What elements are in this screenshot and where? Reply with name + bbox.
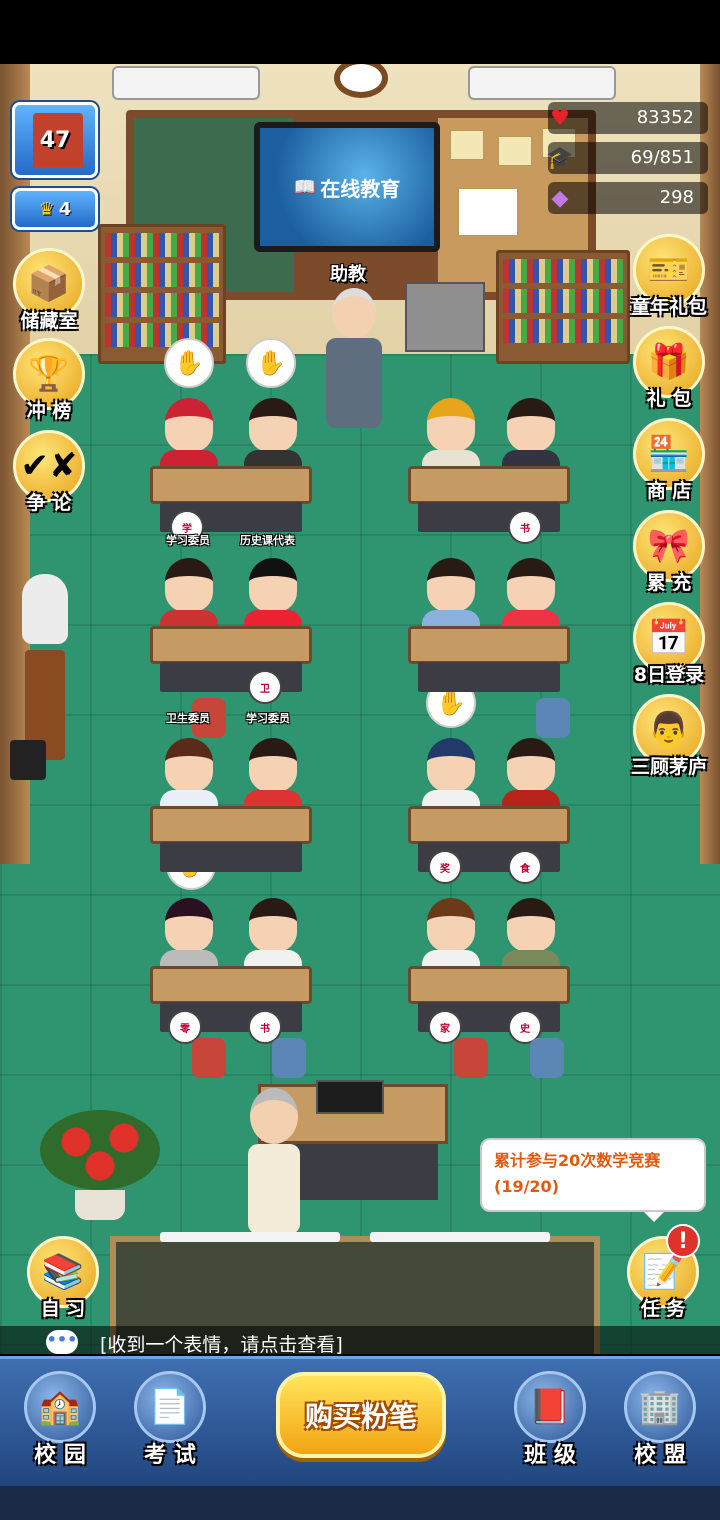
speaker-icon: [10, 740, 46, 780]
nav-campus[interactable]: 🏫 校 园: [10, 1371, 110, 1469]
message-text: [收到一个表情，请点击查看]: [100, 1334, 343, 1356]
task-bubble[interactable]: 累计参与20次数学竞赛(19/20): [480, 1138, 706, 1222]
role-badge-icon[interactable]: 卫: [248, 670, 282, 704]
alliance-icon: 🏢: [624, 1371, 696, 1443]
book-badge-icon[interactable]: 书: [508, 510, 542, 544]
air-conditioner-left: [112, 66, 260, 100]
assistant-label: 助教: [330, 264, 366, 285]
school-level-value: 47: [39, 127, 71, 153]
school-bag: [530, 1038, 564, 1078]
gem-icon: ◆: [551, 185, 569, 211]
hearts-counter: ♥ 83352: [548, 102, 708, 134]
nav-footer: [0, 1486, 720, 1520]
tv-title: 在线教育: [320, 176, 401, 201]
role-label: 卫生委员: [166, 712, 210, 725]
badge-icon[interactable]: 奖: [428, 850, 462, 884]
book-icon: 📖: [293, 176, 317, 198]
student-desk: [408, 626, 570, 696]
raised-hand-icon[interactable]: ✋: [164, 338, 214, 388]
storage-room-button[interactable]: 📦 储藏室: [4, 248, 94, 333]
graduation-cap-icon: 🎓: [546, 145, 574, 171]
badge-icon[interactable]: 食: [508, 850, 542, 884]
tv-screen[interactable]: 📖 在线教育: [254, 122, 440, 252]
crown-level-button[interactable]: ♛ 4: [12, 188, 98, 230]
bookshelf-right: [496, 250, 630, 364]
nav-class[interactable]: 📕 班 级: [500, 1371, 600, 1469]
class-book-icon: 📕: [514, 1371, 586, 1443]
role-label: 历史课代表: [240, 534, 295, 547]
shop-button[interactable]: 🏪 商 店: [624, 418, 714, 503]
teacher[interactable]: [244, 1088, 304, 1238]
computer-monitor[interactable]: [316, 1080, 384, 1114]
student-desk: [408, 466, 570, 536]
scholar-counter: 🎓 69/851: [546, 142, 708, 174]
campus-icon: 🏫: [24, 1371, 96, 1443]
chat-bubble-icon: •••: [46, 1330, 78, 1354]
school-level-button[interactable]: 47: [12, 102, 98, 178]
teaching-assistant[interactable]: [322, 288, 386, 434]
nav-alliance[interactable]: 🏢 校 盟: [610, 1371, 710, 1469]
recruit-button[interactable]: 👨 三顾茅庐: [624, 694, 714, 779]
school-bag: [454, 1038, 488, 1078]
lockers: [405, 282, 485, 352]
gems-value: 298: [659, 187, 694, 208]
air-conditioner-right: [468, 66, 616, 100]
school-bag: [536, 698, 570, 738]
recharge-reward-button[interactable]: 🎀 累 充: [624, 510, 714, 595]
status-bar: [0, 0, 720, 64]
alert-icon: !: [666, 1224, 700, 1258]
role-label: 学习委员: [166, 534, 210, 547]
bookshelf-left: [98, 224, 226, 364]
message-bar[interactable]: ••• [收到一个表情，请点击查看]: [0, 1326, 720, 1360]
role-label: 学习委员: [246, 712, 290, 725]
student-desk: [150, 806, 312, 876]
task-text: 累计参与20次数学竞赛(19/20): [494, 1151, 661, 1196]
self-study-button[interactable]: 📚 自 习: [18, 1236, 108, 1321]
childhood-gift-button[interactable]: 🎫 童年礼包: [624, 234, 714, 319]
login-reward-button[interactable]: 📅 8日登录: [624, 602, 714, 687]
school-bag: [192, 1038, 226, 1078]
hearts-value: 83352: [636, 107, 694, 128]
crown-level-value: 4: [58, 198, 72, 220]
gems-counter: ◆ 298: [548, 182, 708, 214]
raised-hand-icon[interactable]: ✋: [246, 338, 296, 388]
poinsettia-plant: [40, 1110, 160, 1220]
exam-paper-icon: 📄: [134, 1371, 206, 1443]
nav-exam[interactable]: 📄 考 试: [120, 1371, 220, 1469]
scholar-value: 69/851: [630, 147, 694, 168]
statue-bust: [20, 574, 70, 764]
student-desk: [150, 626, 312, 696]
heart-icon: ♥: [550, 105, 570, 131]
crown-icon: ♛: [38, 198, 55, 220]
buy-chalk-label: 购买粉笔: [304, 1400, 417, 1433]
gift-pack-button[interactable]: 🎁 礼 包: [624, 326, 714, 411]
ranking-button[interactable]: 🏆 冲 榜: [4, 338, 94, 423]
debate-button[interactable]: ✔✘ 争 论: [4, 430, 94, 515]
buy-chalk-button[interactable]: 购买粉笔: [276, 1372, 446, 1458]
school-bag: [272, 1038, 306, 1078]
